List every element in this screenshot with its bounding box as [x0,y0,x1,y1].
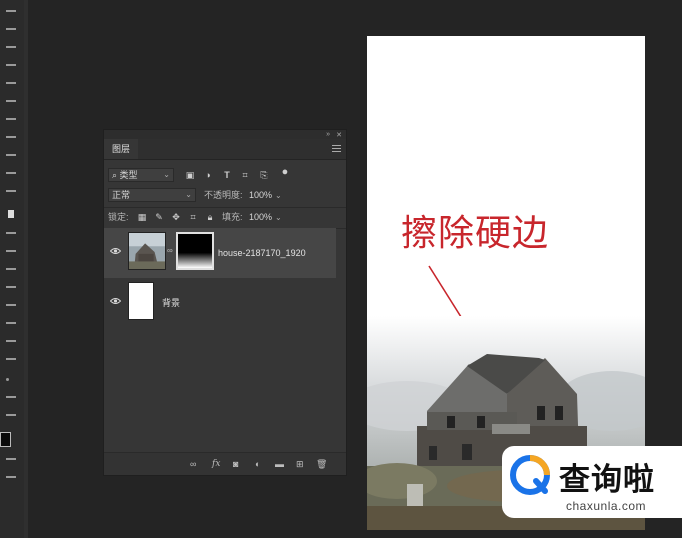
panel-menu-icon[interactable] [332,145,341,152]
adjustment-layer-icon[interactable]: ◐ [255,458,260,470]
crop-tool-icon[interactable] [6,82,16,84]
watermark: 查询啦 chaxunla.com [502,446,682,518]
chevron-down-icon: ⌄ [275,213,282,222]
swap-colors-icon[interactable] [6,414,16,416]
filter-row: ⌕ 类型 ⌄ ▣ ◑ T ⌗ ⎘ ● [104,167,346,183]
move-tool-icon[interactable] [6,10,16,12]
filter-kind-select[interactable]: ⌕ 类型 ⌄ [108,168,174,182]
fx-icon[interactable]: fx [212,458,220,470]
chevron-down-icon: ⌄ [163,170,170,179]
chevron-down-icon: ⌄ [185,190,192,199]
lock-position-icon[interactable]: ✥ [171,212,181,222]
eraser-tool-icon[interactable] [6,190,16,192]
fill-value: 100% [249,212,273,222]
lock-row: 锁定: ▦ ✎ ✥ ⌗ 🔒︎ 填充: 100% ⌄ [104,210,346,226]
link-layers-icon[interactable]: ∞ [190,458,196,470]
opacity-value: 100% [249,190,273,200]
zoom-tool-icon[interactable] [6,358,16,360]
lock-label: 锁定: [108,212,129,222]
collapse-panel-icon[interactable]: » [326,131,330,138]
search-icon: ⌕ [112,170,120,180]
history-brush-tool-icon[interactable] [6,172,16,174]
fill-field[interactable]: 100% ⌄ [249,210,282,224]
eyedropper-tool-icon[interactable] [6,100,16,102]
panel-title-bar[interactable]: » ✕ [104,130,346,139]
link-mask-icon[interactable]: ∞ [167,246,173,255]
lock-pixels-icon[interactable]: ✎ [154,212,164,222]
lock-all-icon[interactable]: 🔒︎ [205,212,215,222]
close-panel-icon[interactable]: ✕ [336,131,342,139]
watermark-title: 查询啦 [559,462,655,498]
blend-row: 正常 ⌄ 不透明度: 100% ⌄ [104,188,346,204]
watermark-domain: chaxunla.com [566,499,647,513]
fill-label: 填充: [222,212,243,222]
tab-layers[interactable]: 图层 [104,139,139,159]
filter-shape-icon[interactable]: ⌗ [240,170,250,180]
lasso-tool-icon[interactable] [6,46,16,48]
filter-smart-object-icon[interactable]: ⎘ [259,170,269,180]
healing-brush-tool-icon[interactable] [6,118,16,120]
watermark-logo-icon [510,455,550,495]
layers-panel: » ✕ 图层 ⌕ 类型 ⌄ ▣ ◑ T ⌗ ⎘ ● 正常 ⌄ 不透明度: 100… [103,129,347,476]
blend-mode-select[interactable]: 正常 ⌄ [108,188,196,202]
shape-tool-icon[interactable] [6,322,16,324]
blur-tool-icon[interactable] [6,232,16,234]
lock-transparent-icon[interactable]: ▦ [137,212,147,222]
opacity-label: 不透明度: [204,190,243,200]
type-tool-icon[interactable] [6,286,16,288]
blend-mode-value: 正常 [112,190,131,200]
edit-toolbar-icon[interactable] [6,396,16,398]
brush-tool-icon[interactable] [6,136,16,138]
layer-thumbnail [128,282,154,320]
eye-icon[interactable] [110,247,121,255]
more-tools-icon[interactable] [6,378,9,381]
tools-panel [0,0,25,538]
gradient-tool-icon[interactable] [8,210,14,218]
new-layer-icon[interactable]: ⊞ [296,458,304,470]
layer-name: house-2187170_1920 [218,248,306,258]
new-group-icon[interactable]: ▬ [275,458,284,470]
layer-row-background[interactable]: 背景 [104,278,336,328]
filter-kind-value: 类型 [119,170,138,180]
layer-thumbnail [128,232,166,270]
pen-tool-icon[interactable] [6,268,16,270]
eye-icon[interactable] [110,297,121,305]
filter-toggle-icon[interactable]: ● [280,167,290,178]
quick-mask-icon[interactable] [6,458,16,460]
delete-layer-icon[interactable]: 🗑︎ [316,458,327,470]
lock-artboard-icon[interactable]: ⌗ [188,212,198,222]
layer-row-house[interactable]: ∞ house-2187170_1920 [104,228,336,278]
vertical-ruler [24,0,28,538]
opacity-field[interactable]: 100% ⌄ [249,188,282,202]
filter-pixel-icon[interactable]: ▣ [185,170,195,180]
quick-select-tool-icon[interactable] [6,64,16,66]
panel-footer: ∞ fx ◙ ◐ ▬ ⊞ 🗑︎ [104,452,346,475]
chevron-down-icon: ⌄ [275,191,282,200]
add-mask-icon[interactable]: ◙ [233,458,238,470]
layer-name: 背景 [162,298,181,308]
panel-tabs: 图层 [104,139,346,160]
filter-adjustment-icon[interactable]: ◑ [203,170,213,180]
dodge-tool-icon[interactable] [6,250,16,252]
screen-mode-icon[interactable] [6,476,16,478]
layer-mask-thumbnail[interactable] [176,232,214,270]
hand-tool-icon[interactable] [6,340,16,342]
marquee-tool-icon[interactable] [6,28,16,30]
foreground-color-swatch[interactable] [0,432,11,447]
divider [104,207,346,208]
path-select-tool-icon[interactable] [6,304,16,306]
clone-stamp-tool-icon[interactable] [6,154,16,156]
filter-type-icon[interactable]: T [222,170,232,180]
